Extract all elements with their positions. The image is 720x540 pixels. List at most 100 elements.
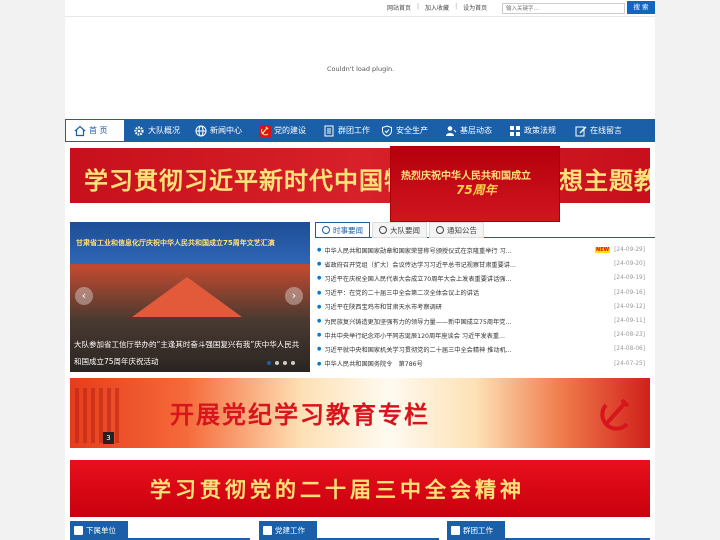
news-date: [24-09-20] (614, 261, 645, 268)
anniversary-years: 75周年 (456, 183, 497, 197)
party-discipline-banner[interactable]: 开展党纪学习教育专栏 3 (70, 378, 650, 448)
nav-label: 安全生产 (396, 126, 428, 135)
party-emblem-icon (259, 124, 271, 137)
nav-label: 在线留言 (590, 126, 622, 135)
news-item[interactable]: ● 习近平：在党的二十届三中全会第二次全体会议上的讲话 [24-09-16] (317, 286, 645, 300)
section-icon (451, 526, 460, 535)
slide-next-button[interactable]: › (285, 287, 303, 305)
news-title[interactable]: 中华人民共和国国务院令 第786号 (324, 359, 610, 368)
bookmark-link[interactable]: 加入收藏 (425, 3, 449, 12)
banner-text: 学习贯彻习近平新时代中国特色社会主义思想主题教育 (84, 166, 650, 195)
tab-notices[interactable]: 通知公告 (429, 222, 484, 238)
theme-education-banner[interactable]: 学习贯彻习近平新时代中国特色社会主义思想主题教育 (70, 148, 650, 203)
plenary-session-banner[interactable]: 学习贯彻党的二十届三中全会精神 (70, 460, 650, 517)
banner-text: 学习贯彻党的二十届三中全会精神 (150, 477, 525, 502)
nav-label: 党的建设 (274, 126, 306, 135)
slide-dot[interactable] (291, 361, 295, 365)
nav-item-home[interactable]: 首 页 (65, 119, 125, 142)
news-item[interactable]: ● 中华人民共和国国家勋章和国家荣誉称号颁授仪式在京隆重举行 习... NEW [24… (317, 243, 645, 257)
top-links: 网站首页 | 加入收藏 | 设为首页 (387, 3, 487, 12)
slide-dot[interactable] (275, 361, 279, 365)
nav-item-overview[interactable]: 大队概况 (125, 119, 187, 142)
party-emblem-icon (600, 398, 630, 431)
bullet-icon: ● (317, 289, 322, 296)
news-item[interactable]: ● 习近平在陕西宝鸡市和甘肃天水市考察调研 [24-09-12] (317, 300, 645, 314)
tab-label: 大队要闻 (390, 225, 420, 235)
page: 网站首页 | 加入收藏 | 设为首页 搜 索 Couldn't load plu… (65, 0, 655, 540)
news-title[interactable]: 习近平就中央和国家机关学习贯彻党的二十届三中全会精神 推动机... (324, 345, 610, 354)
nav-item-news[interactable]: 新闻中心 (187, 119, 251, 142)
shield-check-icon (382, 124, 392, 137)
globe-icon (195, 125, 207, 136)
person-icon (446, 125, 457, 136)
section-icon (74, 526, 83, 535)
tab-brigade-news[interactable]: 大队要闻 (372, 222, 427, 238)
set-homepage-link[interactable]: 设为首页 (463, 3, 487, 12)
nav-label: 群团工作 (338, 126, 370, 135)
news-title[interactable]: 中华人民共和国国家勋章和国家荣誉称号颁授仪式在京隆重举行 习... (324, 246, 593, 255)
banner-text: 开展党纪学习教育专栏 (170, 400, 430, 429)
news-item[interactable]: ● 习近平就中央和国家机关学习贯彻党的二十届三中全会精神 推动机... [24-08… (317, 342, 645, 356)
bullet-icon: ● (317, 346, 322, 353)
edit-icon (575, 126, 587, 136)
news-title[interactable]: 习近平在陕西宝鸡市和甘肃天水市考察调研 (324, 302, 610, 311)
plugin-error-message: Couldn't load plugin. (327, 65, 395, 73)
slide-header: 甘肃省工业和信息化厅庆祝中华人民共和国成立75周年文艺汇演 (70, 222, 310, 264)
section-title: 党建工作 (275, 526, 305, 535)
slide-dot[interactable] (283, 361, 287, 365)
news-title[interactable]: 省政府召开党组（扩大）会议传达学习习近平总书记视察甘肃重要讲... (324, 260, 610, 269)
news-item[interactable]: ● 习近平在庆祝全国人民代表大会成立70周年大会上发表重要讲话强... [24-09… (317, 271, 645, 285)
news-title[interactable]: 中共中央举行纪念邓小平同志诞辰120周年座谈会 习近平发表重... (324, 331, 610, 340)
news-title[interactable]: 为民族复兴铸造更加坚强有力的领导力量——新中国成立75周年党... (324, 317, 610, 326)
nav-item-safety[interactable]: 安全生产 (373, 119, 437, 142)
section-title: 群团工作 (463, 526, 493, 535)
news-title[interactable]: 习近平：在党的二十届三中全会第二次全体会议上的讲话 (324, 288, 610, 297)
tab-label: 通知公告 (447, 225, 477, 235)
slide-dot[interactable] (267, 361, 271, 365)
nav-label: 政策法规 (524, 126, 556, 135)
slide-prev-button[interactable]: ‹ (75, 287, 93, 305)
news-list: ● 中华人民共和国国家勋章和国家荣誉称号颁授仪式在京隆重举行 习... NEW [24… (317, 243, 645, 371)
bullet-icon: ● (317, 332, 322, 339)
main-nav: 首 页 大队概况 新闻中心 党的建设 群团工作 安全生产 基层动态 政策法规 在… (65, 119, 655, 142)
bullet-icon: ● (317, 303, 322, 310)
slide-number[interactable]: 3 (103, 432, 114, 444)
nav-item-mass-work[interactable]: 群团工作 (315, 119, 373, 142)
nav-item-party[interactable]: 党的建设 (251, 119, 315, 142)
news-date: [24-09-16] (614, 289, 645, 296)
nav-item-message[interactable]: 在线留言 (567, 119, 651, 142)
speaker-icon (436, 226, 444, 234)
slide-header-text: 甘肃省工业和信息化厅庆祝中华人民共和国成立75周年文艺汇演 (76, 239, 275, 247)
nav-item-grassroots[interactable]: 基层动态 (437, 119, 501, 142)
news-title[interactable]: 习近平在庆祝全国人民代表大会成立70周年大会上发表重要讲话强... (324, 274, 610, 283)
plugin-area: Couldn't load plugin. (65, 16, 655, 119)
home-link[interactable]: 网站首页 (387, 3, 411, 12)
tab-current-affairs[interactable]: 时事要闻 (315, 222, 370, 238)
bullet-icon: ● (317, 360, 322, 367)
news-date: [24-09-29] (614, 247, 645, 254)
gear-icon (134, 125, 144, 136)
grid-icon (510, 125, 520, 136)
news-date: [24-08-06] (614, 346, 645, 353)
section-icon (263, 526, 272, 535)
document-icon (324, 125, 334, 136)
slide-indicators (267, 361, 295, 365)
chat-icon (322, 226, 330, 234)
separator: | (455, 3, 458, 10)
anniversary-popup[interactable]: 热烈庆祝中华人民共和国成立 75周年 (390, 146, 560, 222)
tab-label: 时事要闻 (333, 225, 363, 235)
news-item[interactable]: ● 省政府召开党组（扩大）会议传达学习习近平总书记视察甘肃重要讲... [24-09… (317, 257, 645, 271)
news-item[interactable]: ● 中共中央举行纪念邓小平同志诞辰120周年座谈会 习近平发表重... [24-08… (317, 328, 645, 342)
search-button[interactable]: 搜 索 (627, 1, 655, 14)
news-date: [24-09-11] (614, 318, 645, 325)
news-item[interactable]: ● 中华人民共和国国务院令 第786号 [24-07-25] (317, 357, 645, 371)
stage-backdrop (132, 277, 242, 317)
nav-label: 首 页 (89, 126, 108, 135)
nav-item-policies[interactable]: 政策法规 (501, 119, 567, 142)
photo-slideshow[interactable]: 甘肃省工业和信息化厅庆祝中华人民共和国成立75周年文艺汇演 大队参加省工信厅举办… (70, 222, 310, 372)
bullet-icon: ● (317, 247, 322, 254)
top-bar: 网站首页 | 加入收藏 | 设为首页 搜 索 (65, 0, 655, 16)
search-input[interactable] (502, 3, 625, 14)
news-item[interactable]: ● 为民族复兴铸造更加坚强有力的领导力量——新中国成立75周年党... [24-09… (317, 314, 645, 328)
nav-label: 基层动态 (460, 126, 492, 135)
